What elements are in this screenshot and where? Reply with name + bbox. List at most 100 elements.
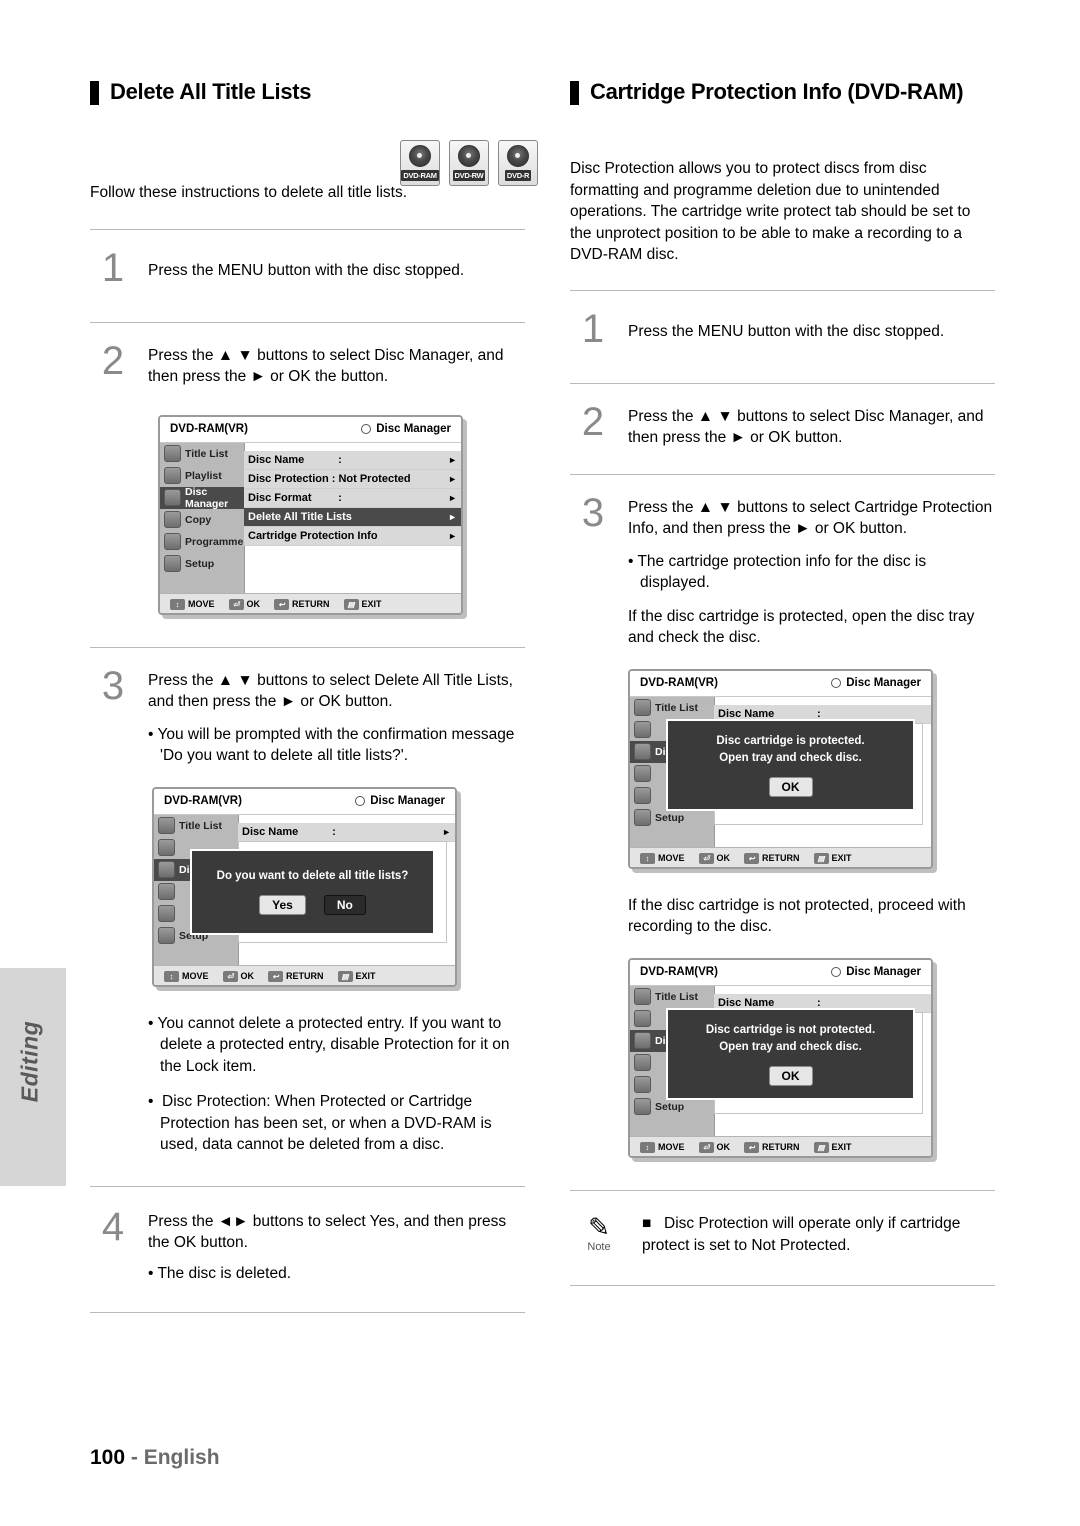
delete-confirm-dialog: Do you want to delete all title lists? Y… — [190, 848, 435, 935]
osd-side-item-setup[interactable]: Setup — [160, 553, 244, 575]
osd-cartridge-protected-screenshot: DVD-RAM(VR) Disc Manager Title List Dis … — [628, 668, 995, 869]
note-icon: ✎ Note — [570, 1213, 628, 1253]
footer-move[interactable]: ↕ MOVE — [640, 852, 685, 864]
note-box: ✎ Note ■ Disc Protection will operate onl… — [570, 1213, 995, 1257]
page-number: 100 — [90, 1446, 126, 1469]
osd-footer: ↕ MOVE ⏎ OK ↩ RETURN ▤ EXIT — [154, 964, 455, 985]
right-section-title: Cartridge Protection Info (DVD-RAM) — [570, 78, 995, 106]
no-button[interactable]: No — [323, 895, 366, 915]
right-column: Cartridge Protection Info (DVD-RAM) Disc… — [570, 78, 995, 1286]
exit-key-icon: ▤ — [813, 852, 829, 864]
left-step-3: 3 Press the ▲ ▼ buttons to select Delete… — [90, 664, 525, 716]
step-text: Press the ◄► buttons to select Yes, and … — [148, 1212, 507, 1252]
osd-side-item-title-list[interactable]: Title List — [630, 697, 714, 719]
title-list-icon — [158, 817, 175, 834]
footer-ok[interactable]: ⏎ OK — [228, 598, 260, 610]
yes-button[interactable]: Yes — [259, 895, 306, 915]
osd-side-item-programme[interactable]: Programme — [160, 531, 244, 553]
osd-menu-title: Disc Manager — [831, 966, 921, 978]
osd-footer: ↕ MOVE ⏎ OK ↩ RETURN ▤ EXIT — [630, 1135, 931, 1156]
programme-icon — [634, 787, 651, 804]
disc-label: DVD-RAM — [401, 170, 439, 181]
footer-exit[interactable]: ▤ EXIT — [813, 1141, 852, 1153]
left-after-bullet-2: • Disc Protection: When Protected or Car… — [148, 1093, 492, 1153]
title-list-icon — [634, 699, 651, 716]
footer-ok[interactable]: ⏎ OK — [698, 1141, 730, 1153]
step-text: Press the MENU button with the disc stop… — [148, 261, 465, 279]
osd-menu-title: Disc Manager — [831, 677, 921, 689]
footer-return[interactable]: ↩ RETURN — [274, 598, 330, 610]
exit-key-icon: ▤ — [337, 970, 353, 982]
osd-menu-panel: Disc Name : ► — [238, 822, 455, 842]
disc-dot-icon — [355, 796, 366, 806]
footer-return[interactable]: ↩ RETURN — [744, 1141, 800, 1153]
return-key-icon: ↩ — [268, 970, 284, 982]
osd-menu-title: Disc Manager — [355, 795, 445, 807]
osd-body: Title List Playlist Disc Manager Copy Pr… — [160, 442, 461, 593]
osd-menu-row-cartridge-protection-info[interactable]: Cartridge Protection Info ► — [244, 527, 461, 546]
footer-ok[interactable]: ⏎ OK — [222, 970, 254, 982]
step-text: Press the ▲ ▼ buttons to select Disc Man… — [628, 407, 984, 447]
step-text: Press the ▲ ▼ buttons to select Delete A… — [148, 671, 513, 711]
osd-side-item-playlist[interactable]: Playlist — [160, 465, 244, 487]
right-intro-text: Disc Protection allows you to protect di… — [570, 160, 971, 263]
footer-exit[interactable]: ▤ EXIT — [343, 598, 382, 610]
footer-exit[interactable]: ▤ EXIT — [337, 970, 376, 982]
dvd-rw-disc-icon: DVD-RW — [449, 140, 489, 186]
step-text: Press the ▲ ▼ buttons to select Cartridg… — [628, 498, 993, 538]
move-key-icon: ↕ — [170, 598, 185, 610]
dialog-buttons: OK — [768, 1065, 813, 1086]
left-section-title: Delete All Title Lists — [90, 78, 525, 106]
osd-body: Title List Dis Setup Disc Name: Disc ca… — [630, 696, 931, 847]
disc-manager-icon — [634, 743, 651, 760]
move-key-icon: ↕ — [164, 970, 179, 982]
osd-menu-row-disc-protection[interactable]: Disc Protection : Not Protected ► — [244, 470, 461, 489]
osd-side-item-title-list[interactable]: Title List — [630, 986, 714, 1008]
osd-menu-row-disc-name[interactable]: Disc Name : ► — [244, 451, 461, 470]
osd-side-item-title-list[interactable]: Title List — [154, 815, 238, 837]
disc-logo-row: DVD-RAM DVD-RW DVD-R — [400, 140, 538, 186]
side-tab-editing: Editing — [0, 968, 66, 1186]
programme-icon — [164, 533, 181, 550]
divider — [570, 289, 995, 291]
osd-menu-row-disc-format[interactable]: Disc Format : ► — [244, 489, 461, 508]
osd-side-item-title-list[interactable]: Title List — [160, 443, 244, 465]
osd-side-item-copy[interactable]: Copy — [160, 509, 244, 531]
side-tab-label: Editing — [16, 1020, 43, 1103]
osd-delete-confirm-screenshot: DVD-RAM(VR) Disc Manager Title List Setu… — [152, 786, 525, 987]
ok-key-icon: ⏎ — [222, 970, 238, 982]
disc-label: DVD-RW — [452, 170, 486, 181]
ok-key-icon: ⏎ — [698, 852, 714, 864]
dialog-buttons: OK — [768, 776, 813, 797]
osd-disc-manager-screenshot: DVD-RAM(VR) Disc Manager Title List Play… — [158, 414, 525, 615]
ok-button[interactable]: OK — [768, 1065, 813, 1086]
footer-return[interactable]: ↩ RETURN — [268, 970, 324, 982]
footer-exit[interactable]: ▤ EXIT — [813, 852, 852, 864]
copy-icon — [634, 1054, 651, 1071]
osd-menu-title: Disc Manager — [361, 423, 451, 435]
osd-side-menu: Title List Playlist Disc Manager Copy Pr… — [160, 442, 245, 593]
chevron-right-icon: ► — [448, 530, 457, 541]
footer-return[interactable]: ↩ RETURN — [744, 852, 800, 864]
footer-move[interactable]: ↕ MOVE — [164, 970, 209, 982]
osd-menu-row-disc-name[interactable]: Disc Name : ► — [238, 823, 455, 842]
ok-button[interactable]: OK — [768, 776, 813, 797]
dialog-message-line1: Disc cartridge is not protected. — [705, 1023, 876, 1036]
chevron-right-icon: ► — [448, 511, 457, 522]
divider — [90, 321, 525, 323]
osd-cartridge-not-protected-screenshot: DVD-RAM(VR) Disc Manager Title List Setu… — [628, 957, 995, 1158]
footer-ok[interactable]: ⏎ OK — [698, 852, 730, 864]
step-number: 3 — [581, 490, 605, 535]
pencil-icon: ✎ — [588, 1211, 610, 1242]
divider — [90, 1312, 525, 1313]
osd-side-item-disc-manager[interactable]: Disc Manager — [160, 486, 244, 510]
footer-move[interactable]: ↕ MOVE — [170, 598, 215, 610]
footer-move[interactable]: ↕ MOVE — [640, 1141, 685, 1153]
divider — [570, 382, 995, 384]
note-text: ■ Disc Protection will operate only if ca… — [642, 1214, 961, 1254]
osd-menu-row-delete-all-title-lists[interactable]: Delete All Title Lists ► — [244, 507, 461, 527]
step-number: 3 — [101, 663, 125, 708]
right-mid-text: If the disc cartridge is not protected, … — [628, 896, 966, 936]
osd-disc-type: DVD-RAM(VR) — [164, 795, 242, 807]
note-bullet-icon: ■ — [642, 1214, 652, 1232]
